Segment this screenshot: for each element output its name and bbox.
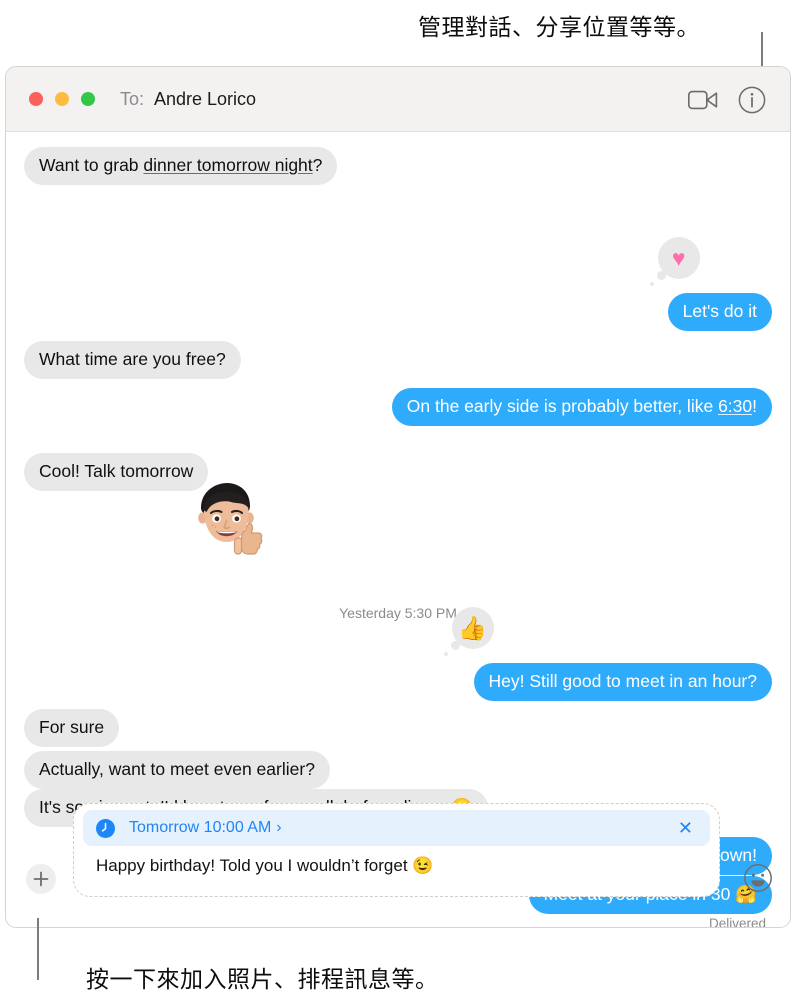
message-bubble-outgoing[interactable]: Hey! Still good to meet in an hour? — [473, 663, 779, 701]
heart-tapback-glyph: ♥ — [671, 244, 686, 271]
close-window-button[interactable] — [29, 92, 43, 106]
message-bubble-outgoing[interactable]: Let's do it — [667, 293, 780, 331]
message-row-incoming: Actually, want to meet even earlier? — [17, 751, 330, 789]
window-titlebar: To: Andre Lorico — [6, 67, 790, 132]
memoji-thumbs-up-sticker[interactable] — [191, 480, 265, 560]
message-text-part: ! — [752, 396, 757, 416]
tapback-dot-small — [649, 281, 655, 286]
message-row-outgoing: On the early side is probably better, li… — [391, 388, 780, 426]
message-data-detector-link[interactable]: 6:30 — [718, 396, 752, 416]
message-bubble-incoming[interactable]: For sure — [16, 709, 120, 747]
compose-bar: Tomorrow 10:00 AM › ✕ Happy birthday! To… — [6, 803, 790, 927]
to-label: To: — [120, 89, 145, 109]
message-bubble-incoming[interactable]: Actually, want to meet even earlier? — [17, 751, 330, 789]
message-input-field[interactable]: Tomorrow 10:00 AM › ✕ Happy birthday! To… — [73, 803, 720, 897]
smiley-face-icon[interactable] — [743, 863, 773, 893]
message-bubble-incoming[interactable]: Cool! Talk tomorrow — [16, 453, 209, 491]
tapback-dot-large — [656, 271, 666, 280]
maximize-window-button[interactable] — [81, 92, 95, 106]
scheduled-send-banner[interactable]: Tomorrow 10:00 AM › ✕ — [83, 810, 710, 846]
minimize-window-button[interactable] — [55, 92, 69, 106]
conversation-thread[interactable]: Want to grab dinner tomorrow night? Let'… — [6, 132, 790, 927]
message-row-incoming: What time are you free? — [17, 341, 241, 379]
thumbs-up-tapback-glyph: 👍 — [458, 614, 487, 641]
heart-tapback[interactable]: ♥ — [649, 237, 700, 286]
message-row-outgoing: Let's do it ♥ — [649, 237, 780, 331]
add-attachment-button[interactable] — [26, 864, 56, 894]
conversation-timestamp: Yesterday 5:30 PM — [339, 605, 457, 621]
message-text-part: ? — [312, 155, 323, 175]
tapback-dot-small — [443, 651, 448, 656]
message-text-part: Want to grab — [39, 155, 144, 175]
chevron-right-icon[interactable]: › — [276, 820, 281, 836]
message-data-detector-link[interactable]: dinner tomorrow night — [143, 155, 312, 175]
callout-bottom-text: 按一下來加入照片、排程訊息等。 — [86, 966, 439, 992]
message-row-incoming: For sure — [16, 709, 120, 747]
message-draft-text[interactable]: Happy birthday! Told you I wouldn’t forg… — [96, 856, 433, 876]
recipient-name[interactable]: Andre Lorico — [154, 89, 256, 110]
thumbs-up-tapback[interactable]: 👍 — [443, 607, 494, 656]
messages-window: To: Andre Lorico Want to grab dinner tom… — [5, 66, 791, 928]
tapback-dot-large — [450, 641, 460, 650]
message-row-incoming: Want to grab dinner tomorrow night? — [16, 147, 338, 185]
message-row-outgoing: Hey! Still good to meet in an hour? 👍 — [443, 607, 779, 701]
clock-icon — [96, 818, 115, 838]
message-bubble-incoming[interactable]: Want to grab dinner tomorrow night? — [16, 147, 338, 185]
info-circle-icon[interactable] — [738, 86, 766, 114]
message-row-incoming: Cool! Talk tomorrow — [16, 453, 209, 491]
callout-top-text: 管理對話、分享位置等等。 — [418, 14, 700, 40]
close-icon[interactable]: ✕ — [678, 819, 693, 837]
callout-bottom-leader-line — [37, 918, 39, 980]
message-text-part: On the early side is probably better, li… — [406, 396, 719, 416]
plus-icon — [33, 871, 49, 887]
message-bubble-incoming[interactable]: What time are you free? — [17, 341, 241, 379]
message-bubble-outgoing[interactable]: On the early side is probably better, li… — [391, 388, 780, 426]
scheduled-send-time-label: Tomorrow 10:00 AM — [129, 819, 272, 836]
video-camera-icon[interactable] — [688, 88, 718, 112]
